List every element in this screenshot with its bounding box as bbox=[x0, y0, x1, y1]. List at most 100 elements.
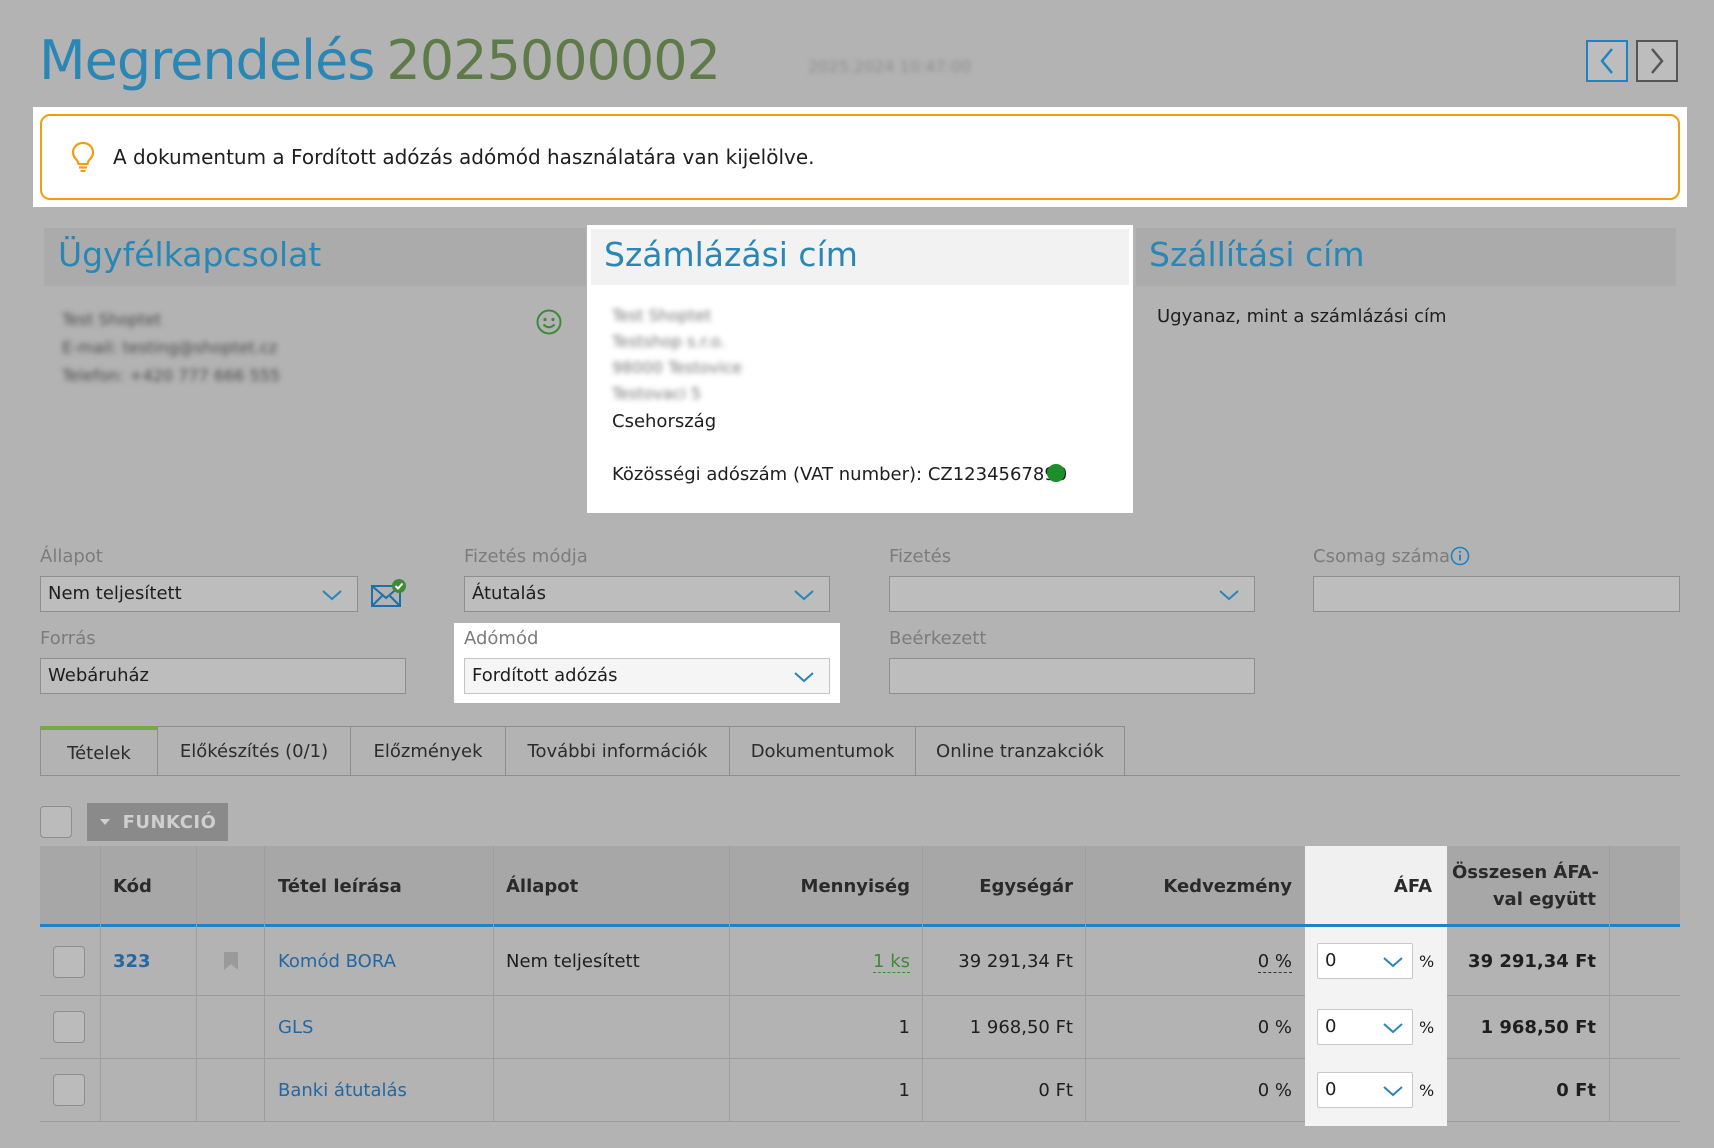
col-osszesen-line1[interactable]: Összesen ÁFA- bbox=[1452, 862, 1599, 883]
chevron-down-icon bbox=[794, 672, 814, 683]
shipping-card-title: Szállítási cím bbox=[1149, 235, 1365, 274]
percent-sign: % bbox=[1419, 1081, 1435, 1100]
col-allapot[interactable]: Állapot bbox=[506, 876, 578, 897]
tab-dokumentumok[interactable]: Dokumentumok bbox=[729, 726, 916, 776]
chevron-down-icon bbox=[1383, 1023, 1403, 1034]
tab-label: Online tranzakciók bbox=[936, 741, 1104, 762]
table-header-underline bbox=[40, 924, 1680, 927]
allapot-select[interactable]: Nem teljesített bbox=[40, 576, 358, 612]
tab-online-tranzakciok[interactable]: Online tranzakciók bbox=[915, 726, 1125, 776]
adomod-label: Adómód bbox=[464, 628, 539, 649]
bookmark-icon[interactable] bbox=[222, 951, 240, 975]
info-icon[interactable] bbox=[1450, 546, 1470, 570]
chevron-down-icon bbox=[1383, 957, 1403, 968]
fizmod-label: Fizetés módja bbox=[464, 546, 588, 567]
column-divider bbox=[493, 846, 494, 1122]
tab-label: Dokumentumok bbox=[750, 741, 895, 762]
email-sent-icon[interactable] bbox=[370, 578, 408, 614]
tab-elokeszites[interactable]: Előkészítés (0/1) bbox=[157, 726, 351, 776]
afa-select[interactable]: 0 bbox=[1317, 943, 1413, 979]
adomod-select[interactable]: Fordított adózás bbox=[464, 658, 830, 694]
fizmod-select[interactable]: Átutalás bbox=[464, 576, 830, 612]
chevron-down-icon bbox=[794, 590, 814, 601]
row-checkbox[interactable] bbox=[53, 1074, 85, 1106]
row-code-link[interactable]: 323 bbox=[113, 951, 151, 972]
tab-label: Előzmények bbox=[373, 741, 483, 762]
funkcio-label: FUNKCIÓ bbox=[122, 811, 217, 833]
chevron-down-icon bbox=[1383, 1086, 1403, 1097]
row-checkbox[interactable] bbox=[53, 946, 85, 978]
column-divider bbox=[100, 846, 101, 1122]
percent-sign: % bbox=[1419, 1018, 1435, 1037]
chevron-down-icon bbox=[322, 590, 342, 601]
col-afa[interactable]: ÁFA bbox=[1310, 876, 1432, 897]
select-all-checkbox[interactable] bbox=[40, 806, 72, 838]
customer-phone[interactable]: Telefon: +420 777 666 555 bbox=[62, 362, 280, 390]
tab-underline bbox=[40, 775, 1680, 776]
billing-line-4: Testovaci 5 bbox=[612, 384, 702, 403]
customer-email[interactable]: E-mail: testing@shoptet.cz bbox=[62, 334, 277, 362]
column-divider bbox=[264, 846, 265, 1122]
previous-order-button[interactable] bbox=[1586, 40, 1628, 82]
forras-field[interactable]: Webáruház bbox=[40, 658, 406, 694]
funkcio-button[interactable]: FUNKCIÓ bbox=[87, 803, 228, 841]
tab-label: Tételek bbox=[67, 742, 131, 764]
column-divider bbox=[1609, 846, 1610, 1122]
col-mennyiseg[interactable]: Mennyiség bbox=[740, 876, 910, 897]
vat-valid-indicator bbox=[1047, 464, 1065, 482]
next-order-button[interactable] bbox=[1636, 40, 1678, 82]
afa-value: 0 bbox=[1325, 1079, 1337, 1100]
row-description-link[interactable]: Banki átutalás bbox=[278, 1080, 407, 1101]
customer-card-title: Ügyfélkapcsolat bbox=[58, 235, 322, 274]
fizetes-select[interactable] bbox=[889, 576, 1255, 612]
row-quantity[interactable]: 1 ks bbox=[740, 951, 910, 973]
discount-link[interactable]: 0 % bbox=[1257, 951, 1292, 973]
tab-label: Előkészítés (0/1) bbox=[179, 741, 329, 762]
row-description-link[interactable]: Komód BORA bbox=[278, 951, 396, 972]
beerkezett-label: Beérkezett bbox=[889, 628, 987, 649]
col-leiras[interactable]: Tétel leírása bbox=[278, 876, 402, 897]
row-discount: 0 % bbox=[1257, 1080, 1292, 1101]
order-number: 2025000002 bbox=[386, 29, 721, 92]
billing-line-1: Test Shoptet bbox=[612, 306, 712, 325]
col-egysegar[interactable]: Egységár bbox=[934, 876, 1073, 897]
afa-select[interactable]: 0 bbox=[1317, 1072, 1413, 1108]
row-unit-price: 39 291,34 Ft bbox=[958, 951, 1073, 972]
chevron-left-icon bbox=[1600, 48, 1613, 74]
tab-elozmenyek[interactable]: Előzmények bbox=[350, 726, 506, 776]
billing-line-2: Testshop s.r.o. bbox=[612, 332, 726, 351]
col-kedvezmeny[interactable]: Kedvezmény bbox=[1097, 876, 1292, 897]
smiley-icon[interactable] bbox=[535, 308, 563, 340]
tab-label: További információk bbox=[527, 741, 708, 762]
quantity-link[interactable]: 1 ks bbox=[873, 951, 910, 973]
tab-tovabbi-informaciok[interactable]: További információk bbox=[505, 726, 730, 776]
afa-value: 0 bbox=[1325, 1016, 1337, 1037]
billing-country: Csehország bbox=[612, 411, 717, 432]
row-description-link[interactable]: GLS bbox=[278, 1017, 313, 1038]
row-status: Nem teljesített bbox=[506, 951, 640, 972]
col-osszesen-line2[interactable]: val együtt bbox=[1452, 889, 1596, 910]
billing-vat-number: Közösségi adószám (VAT number): CZ123456… bbox=[612, 464, 1068, 485]
row-unit-price: 1 968,50 Ft bbox=[969, 1017, 1073, 1038]
row-total: 1 968,50 Ft bbox=[1480, 1017, 1596, 1038]
chevron-right-icon bbox=[1651, 48, 1664, 74]
column-divider bbox=[729, 846, 730, 1122]
column-divider bbox=[1085, 846, 1086, 1122]
afa-select[interactable]: 0 bbox=[1317, 1009, 1413, 1045]
billing-card-title: Számlázási cím bbox=[604, 235, 858, 274]
shipping-same-as-billing: Ugyanaz, mint a számlázási cím bbox=[1157, 306, 1447, 327]
row-discount[interactable]: 0 % bbox=[1097, 951, 1292, 973]
chevron-down-icon bbox=[1219, 590, 1239, 601]
afa-value: 0 bbox=[1325, 950, 1337, 971]
column-divider bbox=[922, 846, 923, 1122]
row-quantity: 1 bbox=[898, 1017, 910, 1038]
caret-down-icon bbox=[99, 819, 110, 825]
tab-tetelek[interactable]: Tételek bbox=[40, 726, 158, 776]
row-checkbox[interactable] bbox=[53, 1011, 85, 1043]
csomag-input[interactable] bbox=[1313, 576, 1680, 612]
col-kod[interactable]: Kód bbox=[113, 876, 152, 897]
billing-line-3: 98000 Testovice bbox=[612, 358, 742, 377]
customer-name: Test Shoptet bbox=[62, 310, 162, 329]
beerkezett-field[interactable] bbox=[889, 658, 1255, 694]
fizetes-label: Fizetés bbox=[889, 546, 952, 567]
